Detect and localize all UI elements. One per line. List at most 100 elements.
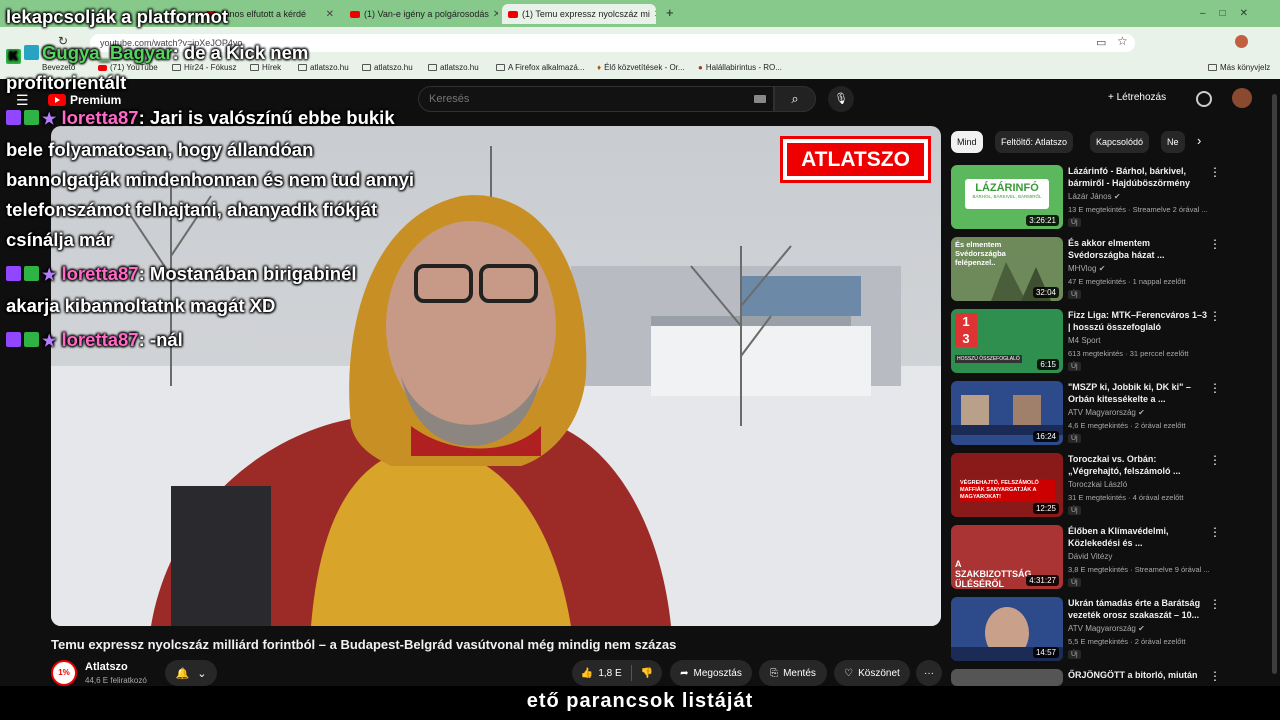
browser-tab[interactable]: (1) Van-e igény a polgárosodás ✕ bbox=[344, 4, 498, 24]
recommendation-item[interactable]: 16:24 "MSZP ki, Jobbik ki, DK ki" – Orbá… bbox=[951, 381, 1271, 445]
heart-dollar-icon: ♡ bbox=[844, 667, 854, 679]
kick-badge-icon: K bbox=[6, 49, 21, 64]
recommendation-item[interactable]: A SZAKBIZOTTSÁG ÜLÉSÉRŐL 4:31:27 Élőben … bbox=[951, 525, 1271, 589]
chip-more[interactable]: Ne bbox=[1161, 131, 1185, 153]
chat-message: lekapcsolják a platformot bbox=[6, 6, 229, 27]
more-actions-button[interactable]: ··· bbox=[916, 660, 942, 686]
rec-title[interactable]: ŐRJÖNGÖTT a bitorló, miután bbox=[1068, 669, 1208, 681]
bookmark[interactable]: ♦ Élő közvetítések - Or... bbox=[597, 63, 685, 72]
rec-channel[interactable]: M4 Sport bbox=[1068, 336, 1100, 345]
share-button[interactable]: ➦ Megosztás bbox=[670, 660, 752, 686]
more-vert-icon[interactable]: ⋮ bbox=[1209, 669, 1221, 683]
rec-title[interactable]: Fizz Liga: MTK–Ferencváros 1–3 | hosszú … bbox=[1068, 309, 1208, 333]
more-vert-icon[interactable]: ⋮ bbox=[1209, 453, 1221, 467]
duration: 3:26:21 bbox=[1026, 215, 1059, 226]
recommendation-item[interactable]: És elmentem Svédországba felépenzel.. 32… bbox=[951, 237, 1271, 301]
rec-title[interactable]: Toroczkai vs. Orbán: „Végrehajtó, felszá… bbox=[1068, 453, 1208, 477]
rec-meta: 13 E megtekintés · Streamelve 2 órával .… bbox=[1068, 205, 1208, 214]
search-input[interactable] bbox=[418, 86, 774, 112]
chip-uploader[interactable]: Feltöltő: Atlatszo bbox=[995, 131, 1074, 153]
more-vert-icon[interactable]: ⋮ bbox=[1209, 309, 1221, 323]
recommendation-item[interactable]: LÁZÁRINFÓ BÁRHOL, BÁRKIVEL, BÁRMIRŐL 3:2… bbox=[951, 165, 1271, 229]
twitch-badge-icon bbox=[6, 332, 21, 347]
chip-related[interactable]: Kapcsolódó bbox=[1090, 131, 1150, 153]
new-badge: Új bbox=[1068, 578, 1081, 587]
rec-title[interactable]: Lázárinfó - Bárhol, bárkivel, bármiről -… bbox=[1068, 165, 1208, 189]
voice-search-button[interactable]: 🎙 bbox=[828, 86, 854, 112]
close-tab-icon[interactable]: ✕ bbox=[326, 9, 340, 20]
like-dislike-group: 👍 1,8 E 👎 bbox=[572, 660, 662, 686]
subscriber-count: 44,6 E feliratkozó bbox=[85, 676, 147, 685]
recommendation-item[interactable]: 13 HOSSZÚ ÖSSZEFOGLALÓ 6:15 Fizz Liga: M… bbox=[951, 309, 1271, 373]
notifications-icon[interactable] bbox=[1196, 91, 1212, 107]
folder-icon bbox=[1208, 64, 1217, 71]
rec-title[interactable]: "MSZP ki, Jobbik ki, DK ki" – Orbán kite… bbox=[1068, 381, 1208, 405]
bookmark[interactable]: atlatszo.hu bbox=[362, 63, 413, 72]
recommendation-item[interactable]: VÉGREHAJTÓ, FELSZÁMOLÓ MAFFIÁK SANYARGAT… bbox=[951, 453, 1271, 517]
subscription-bell-button[interactable]: 🔔 ⌄ bbox=[165, 660, 217, 686]
video-title: Temu expressz nyolcszáz milliárd forintb… bbox=[51, 637, 677, 652]
close-tab-icon[interactable]: ✕ bbox=[654, 9, 656, 20]
more-vert-icon[interactable]: ⋮ bbox=[1209, 525, 1221, 539]
close-tab-icon[interactable]: ✕ bbox=[493, 9, 498, 20]
more-vert-icon[interactable]: ⋮ bbox=[1209, 165, 1221, 179]
rec-title[interactable]: Élőben a Klímavédelmi, Közlekedési és ..… bbox=[1068, 525, 1208, 549]
rec-title[interactable]: És akkor elmentem Svédországba házat ... bbox=[1068, 237, 1208, 261]
install-icon[interactable]: ▭ bbox=[1096, 36, 1106, 49]
thumbnail[interactable]: 16:24 bbox=[951, 381, 1063, 445]
thumbnail[interactable]: VÉGREHAJTÓ, FELSZÁMOLÓ MAFFIÁK SANYARGAT… bbox=[951, 453, 1063, 517]
profile-avatar[interactable] bbox=[1235, 35, 1248, 48]
rec-channel[interactable]: ATV Magyarország ✔ bbox=[1068, 408, 1145, 417]
channel-avatar[interactable]: 1% bbox=[51, 660, 77, 686]
scrollbar-thumb[interactable] bbox=[1272, 94, 1277, 674]
chat-message: ★ loretta87: -nál bbox=[6, 325, 183, 357]
site-icon: ● bbox=[698, 63, 703, 72]
thumbnail[interactable]: A SZAKBIZOTTSÁG ÜLÉSÉRŐL 4:31:27 bbox=[951, 525, 1063, 589]
keyboard-icon[interactable] bbox=[754, 95, 766, 103]
thumbnail[interactable] bbox=[951, 669, 1063, 686]
other-bookmarks[interactable]: Más könyvjelz bbox=[1208, 63, 1270, 72]
rec-title[interactable]: Ukrán támadás érte a Barátság vezeték or… bbox=[1068, 597, 1208, 621]
duration: 16:24 bbox=[1032, 431, 1059, 442]
save-button[interactable]: ⎘ Mentés bbox=[759, 660, 827, 686]
create-button[interactable]: + Létrehozás bbox=[1100, 88, 1174, 110]
new-badge: Új bbox=[1068, 218, 1081, 227]
search-button[interactable]: ⌕ bbox=[774, 86, 816, 112]
duration: 32:04 bbox=[1032, 287, 1059, 298]
like-icon[interactable]: 👍 bbox=[581, 668, 593, 679]
duration: 12:25 bbox=[1032, 503, 1059, 514]
new-badge: Új bbox=[1068, 362, 1081, 371]
recommendation-item[interactable]: ŐRJÖNGÖTT a bitorló, miután ⋮ bbox=[951, 669, 1271, 686]
more-vert-icon[interactable]: ⋮ bbox=[1209, 237, 1221, 251]
chip-all[interactable]: Mind bbox=[951, 131, 983, 153]
bookmark-star-icon[interactable]: ☆ bbox=[1117, 34, 1128, 48]
atlatszo-watermark-logo: ATLATSZO bbox=[780, 136, 931, 183]
new-tab-button[interactable]: + bbox=[666, 5, 674, 20]
recommendation-item[interactable]: 14:57 Ukrán támadás érte a Barátság veze… bbox=[951, 597, 1271, 661]
account-avatar[interactable] bbox=[1232, 88, 1252, 108]
rec-channel[interactable]: Lázár János ✔ bbox=[1068, 192, 1121, 201]
bookmark[interactable]: A Firefox alkalmazá... bbox=[496, 63, 584, 72]
browser-tab-active[interactable]: (1) Temu expressz nyolcszáz mi ✕ bbox=[502, 4, 656, 24]
bookmark[interactable]: ● Halállabirintus - RO... bbox=[698, 63, 782, 72]
channel-name[interactable]: Atlatszo bbox=[85, 661, 128, 673]
thumbnail[interactable]: 14:57 bbox=[951, 597, 1063, 661]
star-badge-icon: ★ bbox=[42, 111, 57, 128]
like-count[interactable]: 1,8 E bbox=[598, 668, 621, 679]
dislike-icon[interactable]: 👎 bbox=[641, 668, 653, 679]
more-vert-icon[interactable]: ⋮ bbox=[1209, 597, 1221, 611]
chevron-right-icon[interactable]: › bbox=[1197, 133, 1201, 148]
thumbnail[interactable]: LÁZÁRINFÓ BÁRHOL, BÁRKIVEL, BÁRMIRŐL 3:2… bbox=[951, 165, 1063, 229]
rec-channel[interactable]: MHVlog ✔ bbox=[1068, 264, 1105, 273]
rec-channel[interactable]: Dávid Vitézy bbox=[1068, 552, 1112, 561]
window-controls[interactable]: –□✕ bbox=[1200, 8, 1262, 19]
rec-channel[interactable]: Toroczkai László bbox=[1068, 480, 1127, 489]
thanks-button[interactable]: ♡ Köszönet bbox=[834, 660, 910, 686]
duration: 14:57 bbox=[1032, 647, 1059, 658]
bookmark[interactable]: atlatszo.hu bbox=[428, 63, 479, 72]
thumbnail[interactable]: És elmentem Svédországba felépenzel.. 32… bbox=[951, 237, 1063, 301]
duration: 4:31:27 bbox=[1026, 575, 1059, 586]
more-vert-icon[interactable]: ⋮ bbox=[1209, 381, 1221, 395]
thumbnail[interactable]: 13 HOSSZÚ ÖSSZEFOGLALÓ 6:15 bbox=[951, 309, 1063, 373]
rec-channel[interactable]: ATV Magyarország ✔ bbox=[1068, 624, 1145, 633]
